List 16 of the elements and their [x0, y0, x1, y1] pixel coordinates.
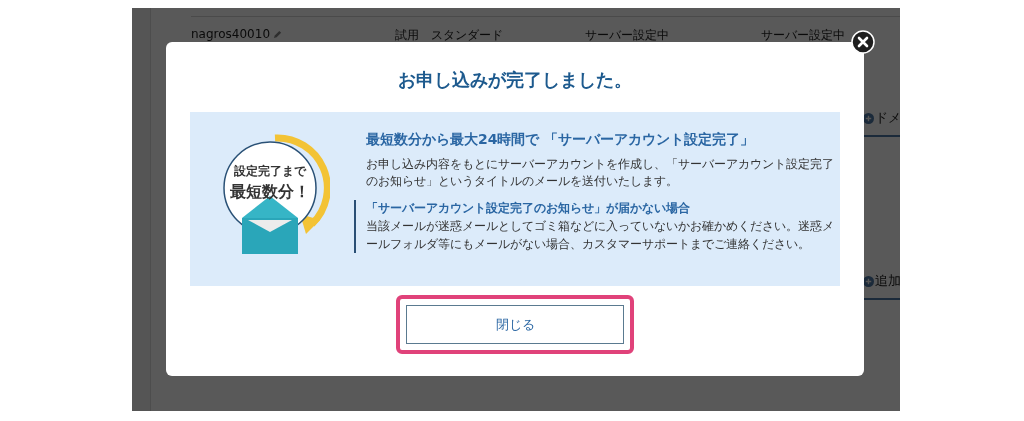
- note-text: 当該メールが迷惑メールとしてゴミ箱などに入っていないかお確かめください。迷惑メールフォルダ等にもメールがない場合、カスタマーサポートまでご連絡ください。: [366, 218, 835, 253]
- table-cell: サーバー設定中: [585, 27, 669, 44]
- link-text[interactable]: 追加: [875, 273, 901, 290]
- dialog-title: お申し込みが完了しました。: [397, 68, 633, 92]
- info-heading: 最短数分から最大24時間で 「サーバーアカウント設定完了」: [366, 131, 756, 149]
- note-title: 「サーバーアカウント設定完了のお知らせ」が届かない場合: [366, 200, 691, 217]
- close-icon[interactable]: [851, 30, 875, 54]
- link-text[interactable]: ドメ: [875, 110, 901, 127]
- table-cell: 試用: [395, 27, 419, 44]
- table-cell: サーバー設定中: [761, 27, 845, 44]
- badge-caption: 設定完了まで: [233, 164, 308, 179]
- table-cell: nagros40010: [191, 27, 270, 41]
- badge-headline: 最短数分！: [229, 182, 311, 203]
- table-cell: スタンダード: [431, 27, 503, 44]
- close-button[interactable]: 閉じる: [406, 305, 624, 344]
- info-text: お申し込み内容をもとにサーバーアカウントを作成し、「サーバーアカウント設定完了のお知らせ」というタイトルのメールを送付いたします。: [366, 156, 835, 190]
